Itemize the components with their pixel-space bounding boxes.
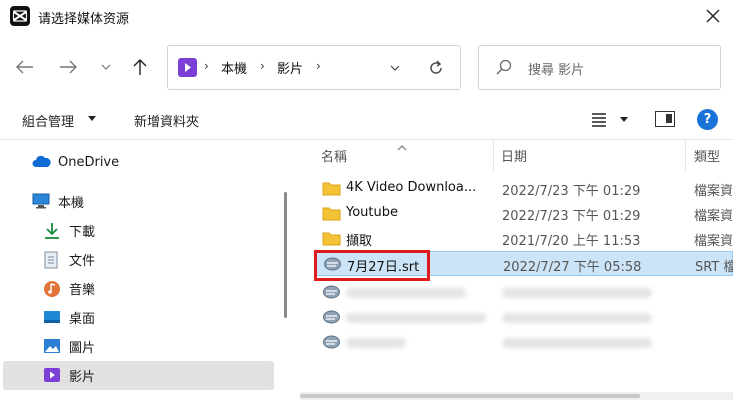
sidebar-item-label: OneDrive [58,154,120,170]
chevron-down-icon[interactable] [92,53,120,81]
sidebar-item-label: 圖片 [69,340,96,356]
help-icon[interactable]: ? [697,109,718,130]
arrow-left-icon[interactable] [11,53,39,81]
sort-ascending-icon [397,140,407,151]
nav-scrollbar[interactable] [284,192,287,318]
file-name: Youtube [346,205,398,220]
videos-folder-icon [178,58,197,77]
redacted-text [346,313,486,323]
sidebar-item-downloads[interactable]: 下載 [43,216,95,244]
file-date: 2022/7/23 下午 01:29 [502,184,641,199]
refresh-icon[interactable] [426,58,446,78]
file-date: 2022/7/23 下午 01:29 [502,209,641,224]
column-divider[interactable] [685,140,686,172]
breadcrumb-separator[interactable]: › [204,59,209,73]
capcut-logo-icon [10,6,30,26]
search-input[interactable]: 搜尋 影片 [478,45,721,90]
column-divider[interactable] [493,140,494,172]
table-row[interactable]: Youtube 2022/7/23 下午 01:29 檔案資 [315,201,733,226]
column-header-name[interactable]: 名稱 [321,146,347,165]
videos-icon [43,367,61,383]
breadcrumb-videos[interactable]: 影片 [277,58,303,77]
sidebar-item-label: 本機 [58,195,85,211]
file-name: 4K Video Downloa... [346,180,477,195]
file-date: 2021/7/20 上午 11:53 [502,234,641,249]
breadcrumb-separator[interactable]: › [260,59,265,73]
sidebar-item-desktop[interactable]: 桌面 [43,303,95,331]
srt-file-icon [322,309,341,325]
caret-down-icon[interactable] [88,116,96,121]
address-bar[interactable]: › 本機 › 影片 › [167,45,461,90]
organize-button[interactable]: 組合管理 [22,111,74,130]
table-row-blurred[interactable] [315,280,733,305]
file-type: SRT 檔 [695,260,733,275]
preview-pane-icon[interactable] [655,111,675,127]
window-title: 请选择媒体资源 [38,12,130,27]
folder-icon [322,205,341,221]
document-icon [43,251,61,269]
sidebar-item-label: 音樂 [69,282,96,298]
sidebar-item-videos[interactable]: 影片 [43,361,95,389]
redacted-text [502,338,652,348]
sidebar-item-this-pc[interactable]: 本機 [32,187,84,215]
sidebar-item-label: 桌面 [69,311,96,327]
download-icon [43,222,61,239]
sidebar-item-label: 下載 [69,224,96,240]
sidebar-item-onedrive[interactable]: OneDrive [32,148,119,176]
chevron-down-icon[interactable] [386,59,404,77]
sidebar-item-label: 文件 [69,253,96,269]
scrollbar-thumb[interactable] [300,394,640,398]
arrow-right-icon[interactable] [54,53,82,81]
folder-icon [322,180,341,196]
pictures-icon [43,338,61,354]
file-type: 檔案資 [694,209,733,224]
computer-icon [32,193,50,209]
music-icon [43,280,61,297]
title-bar: 请选择媒体资源 [0,0,733,34]
column-header-type[interactable]: 類型 [694,146,720,165]
search-placeholder: 搜尋 影片 [528,63,585,78]
file-type: 檔案資 [694,234,733,249]
desktop-icon [43,309,61,325]
sidebar-item-label: 影片 [69,369,96,385]
cloud-icon [32,154,51,170]
redacted-text [346,288,466,298]
file-type: 檔案資 [694,184,733,199]
annotation-highlight-box [314,250,430,281]
file-name: 擷取 [346,234,373,249]
sidebar-item-pictures[interactable]: 圖片 [43,332,95,360]
breadcrumb-this-pc[interactable]: 本機 [221,58,247,77]
srt-file-icon [322,334,341,350]
table-row-blurred[interactable] [315,330,733,355]
column-header-date[interactable]: 日期 [501,146,527,165]
list-view-icon[interactable] [590,110,608,128]
search-icon [496,59,514,77]
caret-down-icon[interactable] [620,117,628,122]
table-row[interactable]: 擷取 2021/7/20 上午 11:53 檔案資 [315,226,733,251]
redacted-text [346,338,406,348]
arrow-up-icon[interactable] [126,53,154,81]
close-icon[interactable] [699,2,727,30]
table-row[interactable]: 4K Video Downloa... 2022/7/23 下午 01:29 檔… [315,176,733,201]
horizontal-scrollbar[interactable] [300,392,733,400]
breadcrumb-separator[interactable]: › [316,59,321,73]
folder-icon [322,230,341,246]
new-folder-button[interactable]: 新增資料夾 [134,111,199,130]
file-date: 2022/7/27 下午 05:58 [503,260,642,275]
sidebar-item-music[interactable]: 音樂 [43,274,95,302]
redacted-text [502,313,652,323]
redacted-text [502,288,652,298]
srt-file-icon [322,284,341,300]
table-row-blurred[interactable] [315,305,733,330]
command-bar: 組合管理 新增資料夾 ? [0,100,733,140]
navigation-pane: OneDrive 本機 下載 文件 音樂 桌面 圖片 影片 [0,140,290,400]
sidebar-item-documents[interactable]: 文件 [43,245,95,273]
